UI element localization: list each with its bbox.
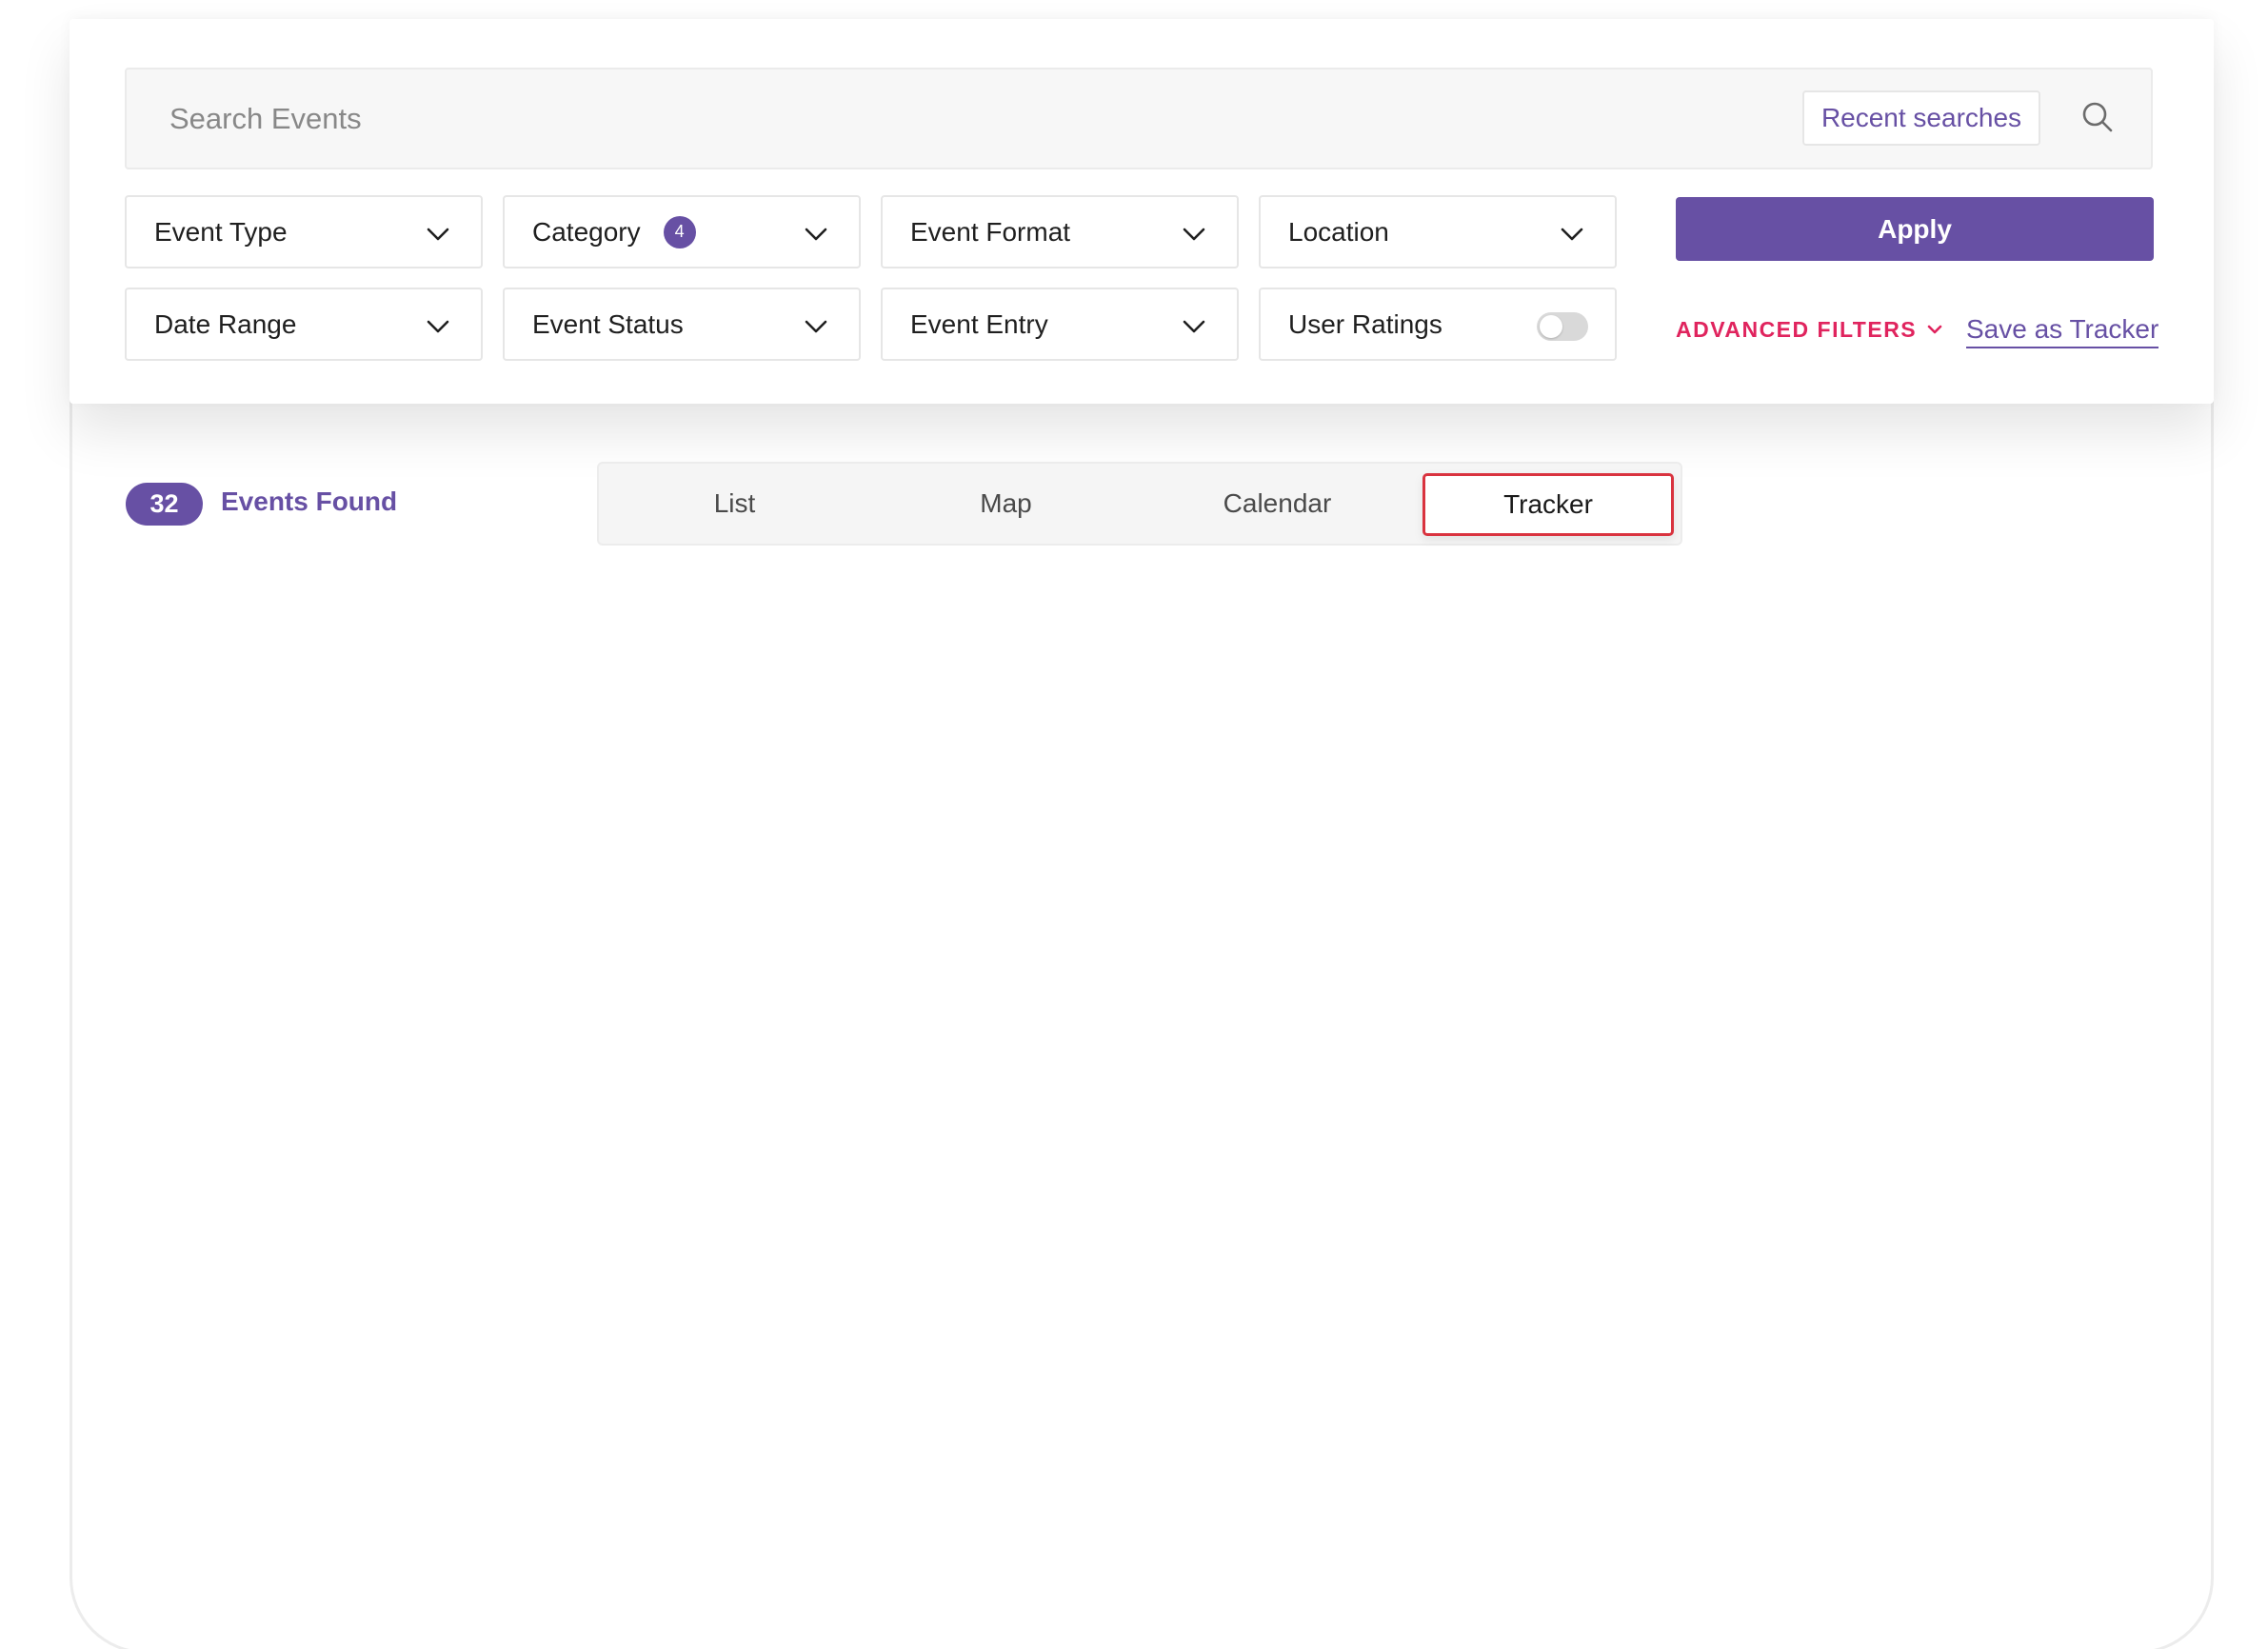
- location-dropdown[interactable]: Location: [1259, 195, 1617, 268]
- event-format-label: Event Format: [910, 216, 1071, 247]
- date-range-label: Date Range: [154, 308, 297, 339]
- user-ratings-toggle[interactable]: [1537, 312, 1588, 341]
- location-label: Location: [1288, 216, 1389, 247]
- tab-list[interactable]: List: [599, 464, 870, 544]
- chevron-down-icon: [1183, 228, 1205, 241]
- category-label: Category: [532, 216, 641, 247]
- event-entry-label: Event Entry: [910, 308, 1048, 339]
- event-type-dropdown[interactable]: Event Type: [125, 195, 483, 268]
- event-format-dropdown[interactable]: Event Format: [881, 195, 1239, 268]
- category-count-badge: 4: [663, 215, 696, 248]
- chevron-down-icon: [805, 320, 827, 333]
- chevron-down-icon: [427, 228, 449, 241]
- category-dropdown[interactable]: Category 4: [503, 195, 861, 268]
- chevron-down-icon: [805, 228, 827, 241]
- results-count-badge: 32: [126, 483, 203, 526]
- view-switcher: List Map Calendar Tracker: [597, 462, 1682, 546]
- event-status-dropdown[interactable]: Event Status: [503, 288, 861, 361]
- advanced-filters-button[interactable]: ADVANCED FILTERS: [1676, 313, 1943, 346]
- save-as-tracker-link[interactable]: Save as Tracker: [1966, 314, 2159, 348]
- recent-searches-button[interactable]: Recent searches: [1802, 90, 2040, 146]
- event-entry-dropdown[interactable]: Event Entry: [881, 288, 1239, 361]
- search-icon[interactable]: [2079, 98, 2117, 136]
- user-ratings-filter: User Ratings: [1259, 288, 1617, 361]
- date-range-dropdown[interactable]: Date Range: [125, 288, 483, 361]
- event-status-label: Event Status: [532, 308, 684, 339]
- tab-tracker[interactable]: Tracker: [1422, 473, 1674, 536]
- toggle-knob: [1540, 315, 1562, 338]
- chevron-down-icon: [1183, 320, 1205, 333]
- tab-map[interactable]: Map: [870, 464, 1142, 544]
- event-type-label: Event Type: [154, 216, 288, 247]
- chevron-down-icon: [1927, 325, 1942, 334]
- apply-button[interactable]: Apply: [1676, 197, 2154, 261]
- tab-calendar[interactable]: Calendar: [1142, 464, 1413, 544]
- results-count-label: Events Found: [221, 487, 398, 516]
- chevron-down-icon: [427, 320, 449, 333]
- search-bar: Recent searches: [125, 68, 2153, 169]
- chevron-down-icon: [1561, 228, 1583, 241]
- advanced-filters-label: ADVANCED FILTERS: [1676, 316, 1918, 342]
- user-ratings-label: User Ratings: [1288, 308, 1442, 339]
- search-input[interactable]: [127, 70, 1745, 168]
